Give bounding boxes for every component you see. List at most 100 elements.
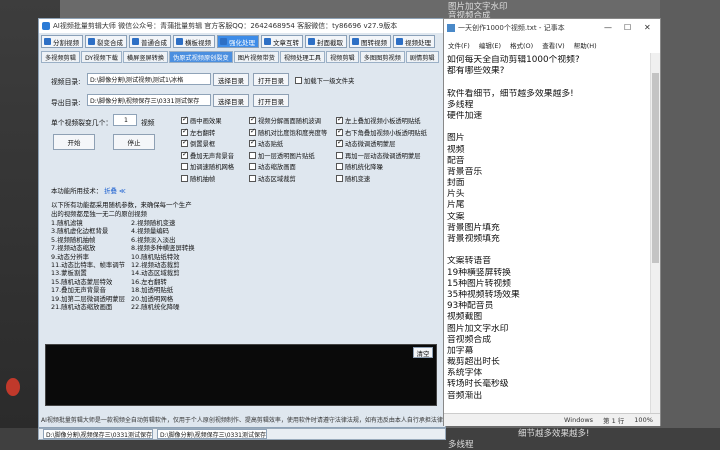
input-dir-field[interactable]: D:\脚像分割\测试视频\测试1\冰格 <box>87 73 211 85</box>
app-title: AI视频批量剪辑大师 微信公众号：青蒲批量剪辑 官方客服QQ：264246895… <box>53 22 398 30</box>
split-count-input[interactable]: 1 <box>113 114 137 126</box>
toolbar-button[interactable]: 强化处理 <box>217 35 259 48</box>
text-line: 文案转语音 <box>447 256 491 267</box>
status-line-ending: Windows <box>564 416 594 424</box>
checkbox-box <box>249 163 256 171</box>
function-tab[interactable]: 视频剪辑 <box>325 51 359 63</box>
stop-button[interactable]: 停止 <box>113 134 155 150</box>
toolbar-button[interactable]: 裂变合成 <box>85 35 127 48</box>
option-label: 动态缩放画面 <box>258 164 296 172</box>
option-checkbox[interactable]: 动态贴纸 <box>249 138 327 150</box>
log-output-area[interactable] <box>45 344 437 406</box>
path-preview[interactable]: D:\脚像分割\视频保存三\0331测试保存 <box>43 429 153 439</box>
close-icon[interactable]: ✕ <box>644 23 651 32</box>
options-column-3: 左上叠加视频小板透明贴纸右下角叠加视频小板透明贴纸动态微调透明蒙层再加一层动态微… <box>336 115 427 184</box>
feature-item: 22.随机统化降噪 <box>131 303 180 312</box>
text-line: 如何每天全自动剪辑1000个视频? <box>447 55 580 65</box>
function-tab[interactable]: DY视频下载 <box>80 51 122 63</box>
split-count-unit: 视频 <box>141 119 155 127</box>
notepad-menu-item[interactable]: 帮助(H) <box>574 40 597 50</box>
function-tab[interactable]: 伪原式视频原创裂变 <box>169 51 233 63</box>
notepad-menu-item[interactable]: 格式(O) <box>510 40 533 50</box>
option-checkbox[interactable]: 画中画效果 <box>181 115 234 127</box>
text-line: 片尾 <box>447 200 465 211</box>
function-tab[interactable]: 多图图剪视频 <box>359 51 405 63</box>
function-tab[interactable]: 图片视频带货 <box>233 51 279 63</box>
toolbar-button[interactable]: 文章互转 <box>261 35 303 48</box>
option-checkbox[interactable]: 视频分解画面随机波调 <box>249 115 327 127</box>
option-checkbox[interactable]: 右下角叠加视频小板透明贴纸 <box>336 127 427 139</box>
option-checkbox[interactable]: 倒置景框 <box>181 138 234 150</box>
load-subfolder-checkbox[interactable]: 加载下一级文件夹 <box>295 76 354 85</box>
option-checkbox[interactable]: 动态微调透明蒙层 <box>336 138 427 150</box>
notepad-scrollbar[interactable] <box>650 53 660 413</box>
option-label: 随机抽帧 <box>190 175 216 183</box>
function-tab[interactable]: 横屏竖屏转换 <box>122 51 169 63</box>
option-checkbox[interactable]: 加一层透明图片贴纸 <box>249 150 327 162</box>
toolbar-button[interactable]: 视频处理 <box>393 35 435 48</box>
text-line: 转场时长毫秒级 <box>447 379 509 390</box>
text-line: 15种图片转视频 <box>447 278 511 289</box>
input-open-button[interactable]: 打开目录 <box>253 73 289 86</box>
option-checkbox[interactable]: 再加一层动态微调透明蒙层 <box>336 150 427 162</box>
option-checkbox[interactable]: 左右翻转 <box>181 127 234 139</box>
scrollbar-thumb[interactable] <box>652 73 659 263</box>
option-checkbox[interactable]: 随机对比度饱和度亮度等 <box>249 127 327 139</box>
notepad-menu-item[interactable]: 文件(F) <box>448 40 470 50</box>
status-zoom: 100% <box>634 416 653 424</box>
feature-item: 15.随机动态蒙层特效 <box>51 277 113 286</box>
collapse-link[interactable]: 折叠 <box>104 187 117 195</box>
input-select-button[interactable]: 选择目录 <box>213 73 249 86</box>
output-dir-field[interactable]: D:\脚像分割\视频保存三\0331测试保存 <box>87 94 211 106</box>
option-label: 加调速随机网格 <box>190 164 235 172</box>
notepad-text-area[interactable]: 如何每天全自动剪辑1000个视频? 都有哪些效果? 软件看细节，细节越多效果越多! 多… <box>447 55 647 405</box>
toolbar-button[interactable]: 图转视频 <box>349 35 391 48</box>
function-tab[interactable]: 剧情剪辑 <box>405 51 439 63</box>
toolbar-button[interactable]: 分割视频 <box>41 35 83 48</box>
option-checkbox[interactable]: 加调速随机网格 <box>181 161 234 173</box>
notepad-menu-item[interactable]: 编辑(E) <box>479 40 501 50</box>
toolbar-tool-icon <box>88 38 95 45</box>
text-line: 19种横竖屏转换 <box>447 267 511 278</box>
collapse-chevron-icon[interactable]: ≪ <box>119 187 126 195</box>
option-label: 加一层透明图片贴纸 <box>258 152 315 160</box>
toolbar-button[interactable]: 封面截取 <box>305 35 347 48</box>
notepad-menu-item[interactable]: 查看(V) <box>542 40 565 50</box>
app-titlebar: AI视频批量剪辑大师 微信公众号：青蒲批量剪辑 官方客服QQ：264246895… <box>39 19 445 33</box>
output-select-button[interactable]: 选择目录 <box>213 94 249 107</box>
option-checkbox[interactable]: 随机变速 <box>336 173 427 185</box>
text-line: 35种视频转场效果 <box>447 289 520 300</box>
option-checkbox[interactable]: 叠加无声背景音 <box>181 150 234 162</box>
checkbox-box <box>181 127 188 136</box>
option-checkbox[interactable]: 左上叠加视频小板透明贴纸 <box>336 115 427 127</box>
text-line: 视频截图 <box>447 312 483 323</box>
text-line: 93种配音员 <box>447 301 494 312</box>
function-tab[interactable]: 多视频剪辑 <box>41 51 80 63</box>
clear-log-button[interactable]: 清空 <box>413 347 433 358</box>
option-label: 右下角叠加视频小板透明贴纸 <box>345 129 427 137</box>
minimize-icon[interactable]: — <box>604 23 612 32</box>
feature-item: 18.加透明贴纸 <box>131 286 174 295</box>
toolbar-tool-icon <box>352 38 359 45</box>
toolbar-button[interactable]: 横板视频 <box>173 35 215 48</box>
text-line: 文案 <box>447 211 465 222</box>
option-checkbox[interactable]: 随机统化降噪 <box>336 161 427 173</box>
function-tab[interactable]: 视频处理工具 <box>279 51 325 63</box>
path-preview[interactable]: D:\脚像分割\视频保存三\0331测试保存 <box>157 429 267 439</box>
option-label: 倒置景框 <box>190 141 216 149</box>
maximize-icon[interactable]: ☐ <box>624 23 631 32</box>
disclaimer-footer: AI视频批量剪辑大师是一款视频全自动剪辑软件，仅用于个人原创视频制作、提高剪辑效… <box>41 417 445 424</box>
output-open-button[interactable]: 打开目录 <box>253 94 289 107</box>
peek-text: 多线程 <box>448 440 474 450</box>
option-label: 左上叠加视频小板透明贴纸 <box>345 118 421 126</box>
option-checkbox[interactable]: 随机抽帧 <box>181 173 234 185</box>
features-left-list: 1.随机滤镜 3.随机虚化边框背景 5.视频随机抽帧 7.视频动态缩放 9.动态分辨率 1… <box>51 219 125 311</box>
toolbar-button[interactable]: 普通合成 <box>129 35 171 48</box>
start-button[interactable]: 开始 <box>53 134 95 150</box>
toolbar-button-label: 图转视频 <box>361 38 387 47</box>
option-checkbox[interactable]: 动态区域裁剪 <box>249 173 327 185</box>
text-line: 视频 <box>447 144 465 155</box>
text-line: 封面 <box>447 178 465 189</box>
option-checkbox[interactable]: 动态缩放画面 <box>249 161 327 173</box>
notepad-title: 一天创作1000个视频.txt - 记事本 <box>458 24 565 32</box>
